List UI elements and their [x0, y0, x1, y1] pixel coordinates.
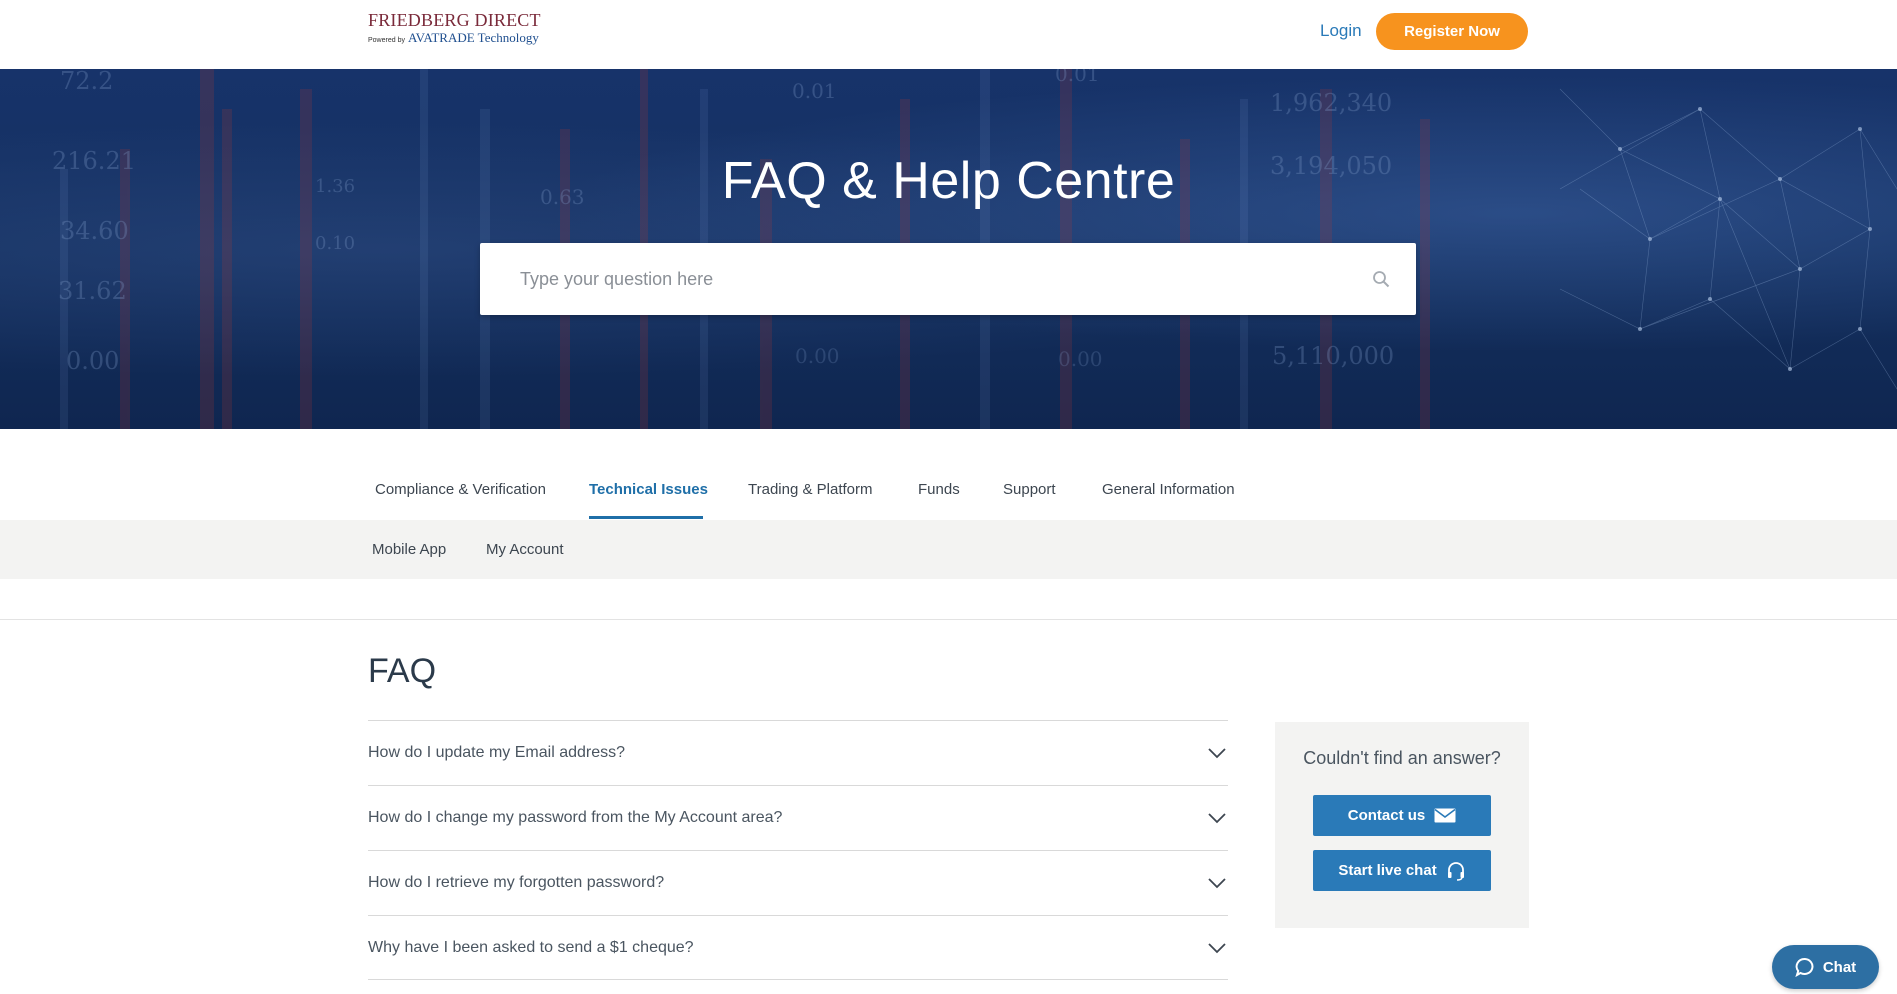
- help-box-title: Couldn't find an answer?: [1303, 748, 1501, 768]
- hero-banner: 72.2 216.21 34.60 31.62 0.00 0.01 0.01 1…: [0, 69, 1897, 429]
- faq-item[interactable]: How do I change my password from the My …: [368, 785, 1228, 850]
- faq-item[interactable]: How do I retrieve my forgotten password?: [368, 850, 1228, 915]
- tab-support[interactable]: Support: [1003, 481, 1056, 498]
- chevron-down-icon: [1208, 748, 1226, 759]
- subtab-mobile-app[interactable]: Mobile App: [372, 541, 446, 558]
- faq-item[interactable]: How do I update my Email address?: [368, 720, 1228, 785]
- faq-question: Why have I been asked to send a $1 chequ…: [368, 938, 694, 956]
- search-icon[interactable]: [1372, 270, 1390, 288]
- headset-icon: [1447, 861, 1464, 881]
- tab-funds[interactable]: Funds: [918, 481, 960, 498]
- bg-number-3: 34.60: [60, 217, 129, 245]
- faq-search-box: [480, 243, 1416, 315]
- register-now-button[interactable]: Register Now: [1376, 13, 1528, 50]
- bg-number-11: 0.00: [795, 344, 840, 368]
- friedberg-logo[interactable]: FRIEDBERG DIRECT Powered by AVATRADE Tech…: [368, 11, 541, 44]
- bg-number-5: 0.00: [66, 347, 119, 375]
- category-tabs: Compliance & Verification Technical Issu…: [0, 429, 1897, 521]
- faq-search-input[interactable]: [520, 261, 1340, 297]
- bg-number-8: 1,962,340: [1270, 89, 1392, 117]
- chat-bubble-icon: [1795, 958, 1814, 977]
- bg-number-12: 0.00: [1058, 347, 1103, 371]
- faq-heading: FAQ: [368, 652, 437, 690]
- faq-item[interactable]: Why have I been asked to send a $1 chequ…: [368, 915, 1228, 980]
- page-title: FAQ & Help Centre: [721, 152, 1176, 210]
- bg-number-10: 5,110,000: [1272, 342, 1394, 370]
- bg-number-1: 72.2: [60, 69, 113, 95]
- start-live-chat-button[interactable]: Start live chat: [1313, 850, 1491, 891]
- faq-question: How do I retrieve my forgotten password?: [368, 874, 665, 891]
- faq-accordion: How do I update my Email address? How do…: [368, 720, 1228, 980]
- tab-compliance-verification[interactable]: Compliance & Verification: [375, 481, 546, 498]
- chevron-down-icon: [1208, 813, 1226, 824]
- tab-trading-platform[interactable]: Trading & Platform: [748, 481, 873, 498]
- subtab-my-account[interactable]: My Account: [486, 541, 564, 558]
- active-tab-indicator: [589, 516, 703, 519]
- bg-number-4: 31.62: [58, 277, 127, 305]
- chat-widget-button[interactable]: Chat: [1772, 945, 1879, 989]
- start-live-chat-label: Start live chat: [1338, 862, 1437, 879]
- login-link[interactable]: Login: [1320, 21, 1362, 41]
- faq-question: How do I change my password from the My …: [368, 809, 783, 826]
- logo-sub-text: Powered by AVATRADE Technology: [368, 31, 541, 44]
- contact-help-box: Couldn't find an answer? Contact us Star…: [1275, 722, 1529, 928]
- tab-general-information[interactable]: General Information: [1102, 481, 1235, 498]
- contact-us-label: Contact us: [1347, 807, 1426, 824]
- chevron-down-icon: [1208, 878, 1226, 889]
- bg-number-15: 0.10: [315, 233, 355, 254]
- section-divider: [0, 619, 1897, 620]
- chevron-down-icon: [1208, 943, 1226, 954]
- bg-number-6: 0.01: [792, 79, 837, 103]
- logo-avatrade-text: AVATRADE Technology: [407, 30, 539, 45]
- contact-us-button[interactable]: Contact us: [1313, 795, 1491, 836]
- logo-powered-text: Powered by: [368, 37, 405, 44]
- subcategory-tabs: Mobile App My Account: [0, 520, 1897, 579]
- top-navigation-bar: FRIEDBERG DIRECT Powered by AVATRADE Tech…: [0, 0, 1897, 69]
- faq-question: How do I update my Email address?: [368, 744, 626, 761]
- chat-widget-label: Chat: [1822, 958, 1857, 976]
- tab-technical-issues[interactable]: Technical Issues: [589, 481, 708, 498]
- envelope-icon: [1434, 808, 1456, 823]
- logo-main-text: FRIEDBERG DIRECT: [368, 10, 541, 30]
- bg-number-7: 0.01: [1055, 69, 1100, 86]
